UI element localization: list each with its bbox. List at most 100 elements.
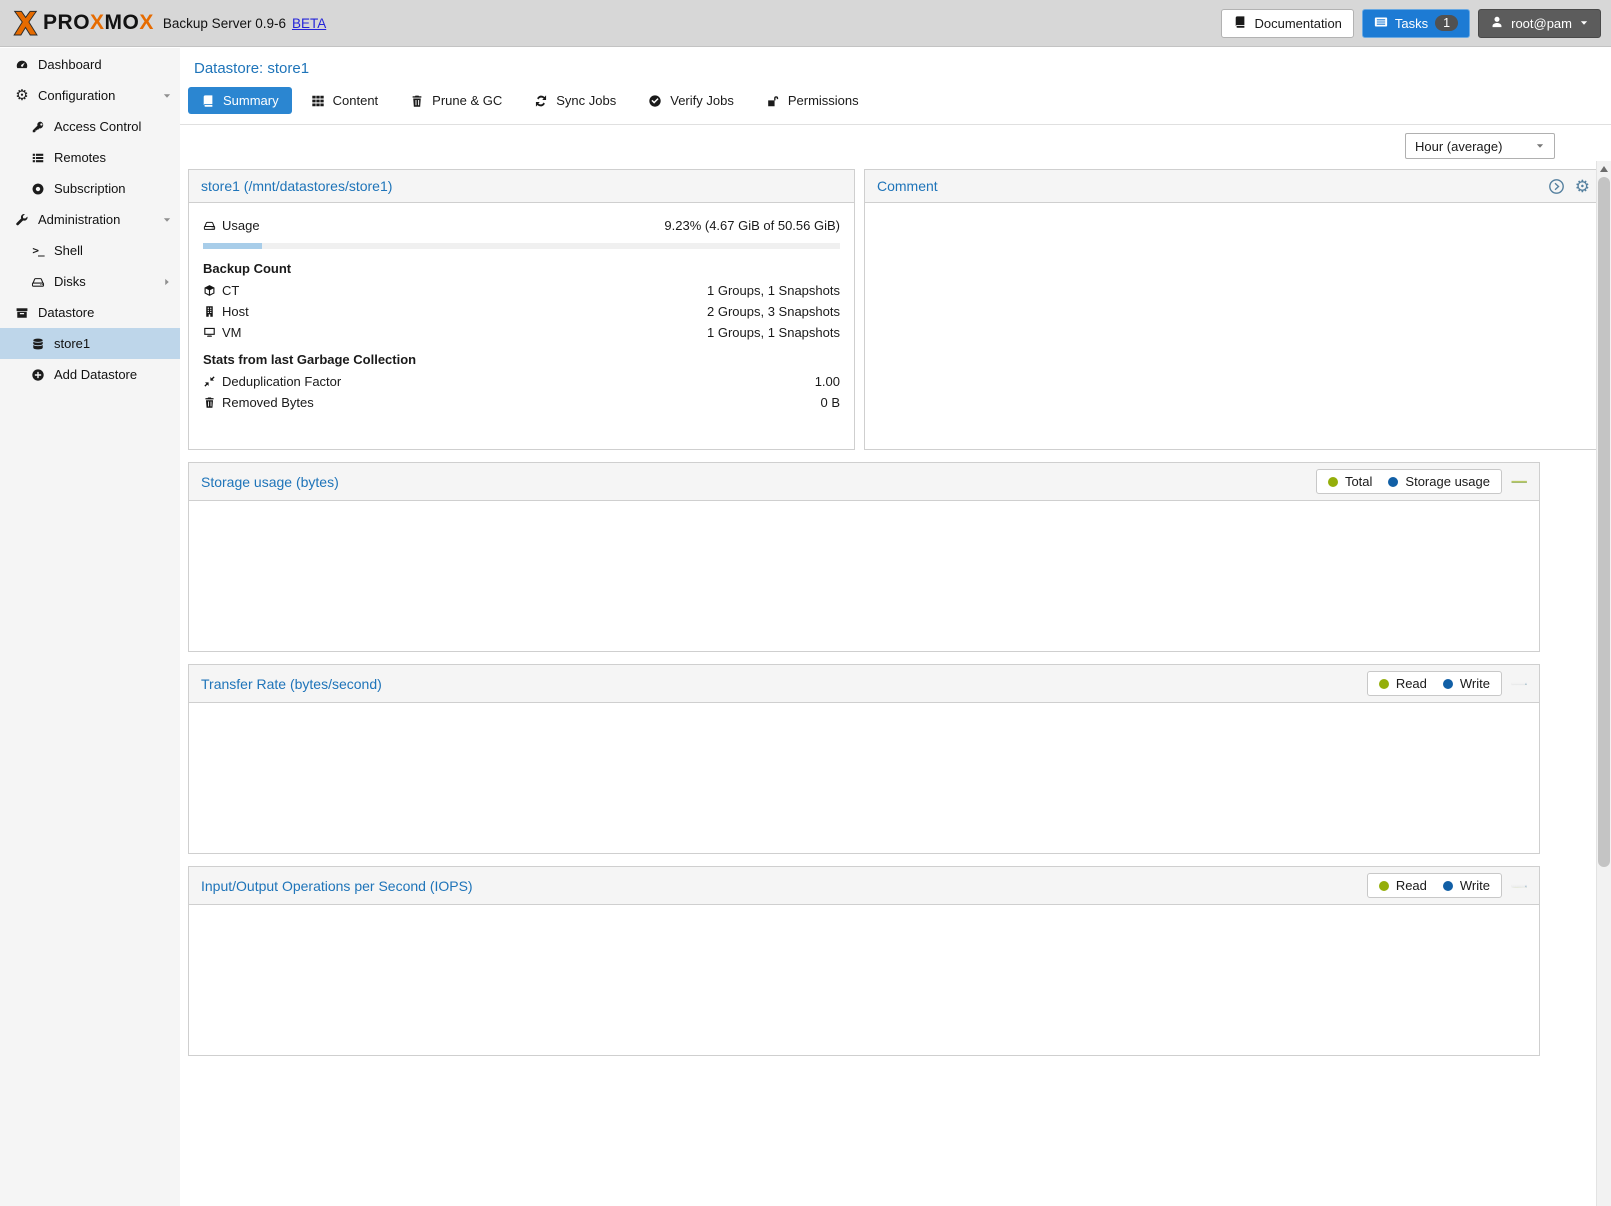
gear-icon[interactable]: ⚙ [1575, 178, 1590, 195]
svg-text:11:05:00: 11:05:00 [1512, 886, 1513, 887]
transfer-rate-chart [189, 703, 1539, 853]
svg-text:11:01:00: 11:01:00 [1511, 684, 1512, 685]
sidebar-item-administration[interactable]: Administration [0, 204, 180, 235]
svg-text:11:37:00: 11:37:00 [1519, 886, 1520, 887]
tasks-badge: 1 [1435, 15, 1458, 31]
backup-count-heading: Backup Count [203, 261, 840, 276]
chart-panel-header: Storage usage (bytes)TotalStorage usage0… [189, 463, 1539, 501]
svg-text:11:09:00: 11:09:00 [1513, 886, 1514, 887]
legend-item-storage-usage: Storage usage [1388, 474, 1490, 489]
beta-link[interactable]: BETA [292, 16, 326, 31]
scroll-up-arrow-icon[interactable] [1597, 161, 1611, 177]
chart-legend: ReadWrite [1367, 671, 1502, 696]
sidebar-item-access-control[interactable]: Access Control [0, 111, 180, 142]
svg-text:2020-11-06: 2020-11-06 [1520, 684, 1522, 685]
stat-row-ct: CT 1 Groups, 1 Snapshots [203, 280, 840, 301]
stat-row-deduplication-factor: Deduplication Factor1.00 [203, 371, 840, 392]
svg-text:11:53:00: 11:53:00 [1523, 886, 1524, 887]
scroll-thumb[interactable] [1598, 177, 1610, 867]
legend-label: Read [1396, 676, 1427, 691]
sidebar-item-configuration[interactable]: ⚙Configuration [0, 80, 180, 111]
add-icon [29, 368, 47, 382]
stat-value: 1 Groups, 1 Snapshots [707, 283, 840, 298]
svg-text:2020-11-06: 2020-11-06 [1514, 684, 1516, 685]
tab-content[interactable]: Content [298, 87, 392, 114]
svg-text:2020-11-06: 2020-11-06 [1523, 684, 1525, 685]
tab-sync-jobs[interactable]: Sync Jobs [521, 87, 629, 114]
gc-stats-heading: Stats from last Garbage Collection [203, 352, 840, 367]
chart-title: Storage usage (bytes) [201, 474, 339, 490]
sidebar-item-dashboard[interactable]: Dashboard [0, 49, 180, 80]
svg-text:2020-11-06: 2020-11-06 [1517, 886, 1519, 887]
shell-icon: >_ [29, 244, 47, 257]
tab-summary[interactable]: Summary [188, 87, 292, 114]
sidebar-item-datastore[interactable]: Datastore [0, 297, 180, 328]
backup-count-rows: CT1 Groups, 1 SnapshotsHost2 Groups, 3 S… [203, 280, 840, 343]
svg-text:60 G: 60 G [1511, 479, 1512, 480]
svg-text:1.5 M: 1.5 M [1511, 682, 1512, 683]
svg-text:11:45:00: 11:45:00 [1521, 886, 1522, 887]
svg-text:2020-11-06: 2020-11-06 [1524, 684, 1526, 685]
tab-label: Summary [223, 93, 279, 108]
sidebar: Dashboard⚙ConfigurationAccess ControlRem… [0, 48, 180, 1206]
page-title: Datastore: store1 [180, 48, 1611, 87]
svg-text:11:21:00: 11:21:00 [1516, 886, 1517, 887]
svg-text:2020-11-06: 2020-11-06 [1513, 684, 1515, 685]
sidebar-item-disks[interactable]: Disks [0, 266, 180, 297]
lock-icon [766, 94, 780, 108]
stat-value: 1 Groups, 1 Snapshots [707, 325, 840, 340]
comment-panel-header: Comment ⚙ [865, 170, 1602, 203]
book-icon [201, 94, 215, 108]
comment-panel-tools: ⚙ [1548, 178, 1590, 195]
tasks-button[interactable]: Tasks 1 [1362, 9, 1470, 38]
expand-comment-icon[interactable] [1548, 178, 1565, 195]
svg-text:2020-11-06: 2020-11-06 [1519, 684, 1521, 685]
svg-text:50: 50 [1511, 884, 1512, 885]
wrench-icon [13, 213, 31, 227]
sidebar-item-subscription[interactable]: Subscription [0, 173, 180, 204]
stat-row-vm: VM 1 Groups, 1 Snapshots [203, 322, 840, 343]
tab-label: Permissions [788, 93, 859, 108]
app-header: PROXMOX Backup Server 0.9-6 BETA Documen… [0, 0, 1611, 47]
gears-icon: ⚙ [13, 88, 31, 103]
comment-content[interactable] [865, 203, 1602, 449]
svg-text:2020-11-06: 2020-11-06 [1524, 886, 1526, 887]
chart-panel-header: Transfer Rate (bytes/second)ReadWrite050… [189, 665, 1539, 703]
svg-text:11:13:00: 11:13:00 [1514, 684, 1515, 685]
brand-name: PROXMOX [43, 11, 154, 35]
svg-text:11:57:00: 11:57:00 [1524, 684, 1525, 685]
panels-area: store1 (/mnt/datastores/store1) Usage 9.… [180, 167, 1611, 1056]
sidebar-item-label: Shell [54, 243, 83, 258]
collapse-chart-icon[interactable]: 01020304050602020-11-0611:01:002020-11-0… [1511, 878, 1527, 894]
sidebar-item-remotes[interactable]: Remotes [0, 142, 180, 173]
task-list-icon [1374, 15, 1388, 32]
sidebar-item-store1[interactable]: store1 [0, 328, 180, 359]
time-range-select[interactable]: Hour (average) [1405, 133, 1555, 159]
legend-dot-icon [1443, 679, 1453, 689]
documentation-button[interactable]: Documentation [1221, 9, 1353, 38]
stat-label: CT [222, 283, 239, 298]
sidebar-item-add-datastore[interactable]: Add Datastore [0, 359, 180, 390]
tab-prune-gc[interactable]: Prune & GC [397, 87, 515, 114]
tab-permissions[interactable]: Permissions [753, 87, 872, 114]
proxmox-logo: PROXMOX Backup Server 0.9-6 BETA [12, 10, 326, 37]
tab-verify-jobs[interactable]: Verify Jobs [635, 87, 747, 114]
sidebar-item-shell[interactable]: >_ Shell [0, 235, 180, 266]
status-panel-title: store1 (/mnt/datastores/store1) [201, 178, 392, 194]
legend-dot-icon [1443, 881, 1453, 891]
vertical-scrollbar[interactable] [1596, 161, 1611, 1206]
svg-text:2020-11-06: 2020-11-06 [1511, 684, 1513, 685]
legend-dot-icon [1379, 679, 1389, 689]
collapse-chart-icon[interactable]: 0500 k1 M1.5 M2 M2020-11-0611:01:002020-… [1511, 676, 1527, 692]
trash-icon [203, 396, 222, 409]
stat-label: VM [222, 325, 242, 340]
tab-label: Prune & GC [432, 93, 502, 108]
svg-text:11:13:00: 11:13:00 [1514, 886, 1515, 887]
user-menu-button[interactable]: root@pam [1478, 9, 1601, 38]
svg-text:2020-11-06: 2020-11-06 [1511, 886, 1513, 887]
svg-text:2020-11-06: 2020-11-06 [1516, 684, 1518, 685]
svg-text:11:29:00: 11:29:00 [1518, 684, 1519, 685]
legend-dot-icon [1328, 477, 1338, 487]
collapse-chart-icon[interactable]: 010 G20 G30 G40 G50 G60 G2020-11-0611:01… [1511, 474, 1527, 490]
chevron-right-icon [162, 277, 172, 287]
